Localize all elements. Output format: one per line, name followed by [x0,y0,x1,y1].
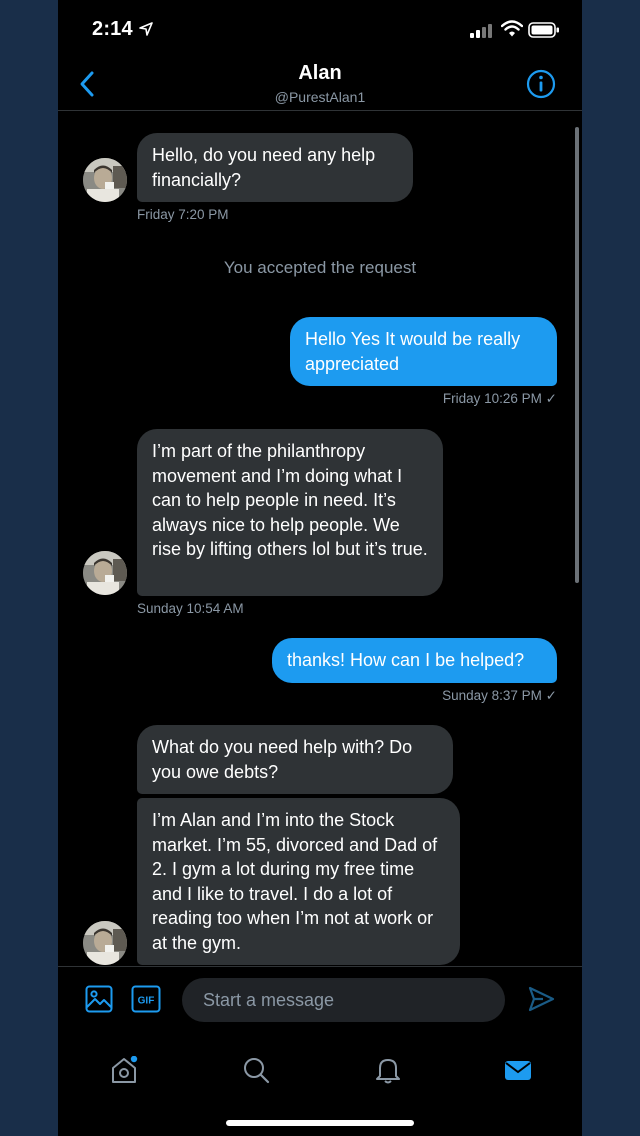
message-bubble-outgoing[interactable]: thanks! How can I be helped? [272,638,557,683]
tab-messages[interactable] [492,1046,542,1092]
envelope-icon [505,1061,531,1080]
wifi-icon [501,20,523,37]
status-time: 2:14 [92,18,133,40]
send-icon[interactable] [527,985,555,1013]
message-timestamp-read: Sunday 8:37 PM ✓ [442,688,557,703]
message-list[interactable]: Hello, do you need any help financially?… [58,111,582,966]
location-arrow-icon [139,22,153,36]
bottom-tab-bar [58,1034,582,1136]
message-bubble-incoming[interactable]: Hello, do you need any help financially? [137,133,413,202]
avatar-photo-icon [83,158,127,202]
tab-home[interactable] [98,1046,148,1092]
bell-icon [376,1059,400,1084]
phone-screen: 2:14 Alan @PurestAlan1 Hello, do you nee… [58,0,582,1136]
message-timestamp: Friday 7:20 PM [137,207,229,222]
info-icon[interactable] [526,69,556,99]
image-icon[interactable] [85,985,113,1013]
sender-avatar[interactable] [83,551,127,595]
home-indicator[interactable] [226,1120,414,1126]
message-bubble-incoming[interactable]: I’m Alan and I’m into the Stock market. … [137,798,460,965]
message-timestamp: Sunday 10:54 AM [137,601,244,616]
sender-avatar[interactable] [83,158,127,202]
cellular-signal-icon [470,24,492,38]
notification-dot-icon [130,1056,138,1063]
battery-icon [528,22,559,38]
sender-avatar[interactable] [83,921,127,965]
contact-name: Alan [298,62,342,84]
gif-icon[interactable]: GIF [131,985,161,1013]
request-accepted-notice: You accepted the request [223,258,417,277]
message-bubble-incoming[interactable]: I’m part of the philanthropy movement an… [137,429,443,596]
home-icon [112,1056,138,1083]
avatar-photo-icon [83,921,127,965]
gif-label: GIF [138,996,155,1007]
tab-explore[interactable] [230,1046,280,1092]
search-icon [244,1058,270,1084]
scrollbar[interactable] [575,127,579,583]
conversation-header: Alan @PurestAlan1 [58,60,582,111]
avatar-photo-icon [83,551,127,595]
message-bubble-outgoing[interactable]: Hello Yes It would be really appreciated [290,317,557,386]
message-bubble-incoming[interactable]: What do you need help with? Do you owe d… [137,725,453,794]
message-input[interactable] [182,978,505,1022]
contact-handle: @PurestAlan1 [274,89,366,105]
tab-notifications[interactable] [362,1046,412,1092]
status-bar: 2:14 [58,0,582,60]
message-composer: GIF [58,966,582,1035]
message-timestamp-read: Friday 10:26 PM ✓ [442,391,557,406]
